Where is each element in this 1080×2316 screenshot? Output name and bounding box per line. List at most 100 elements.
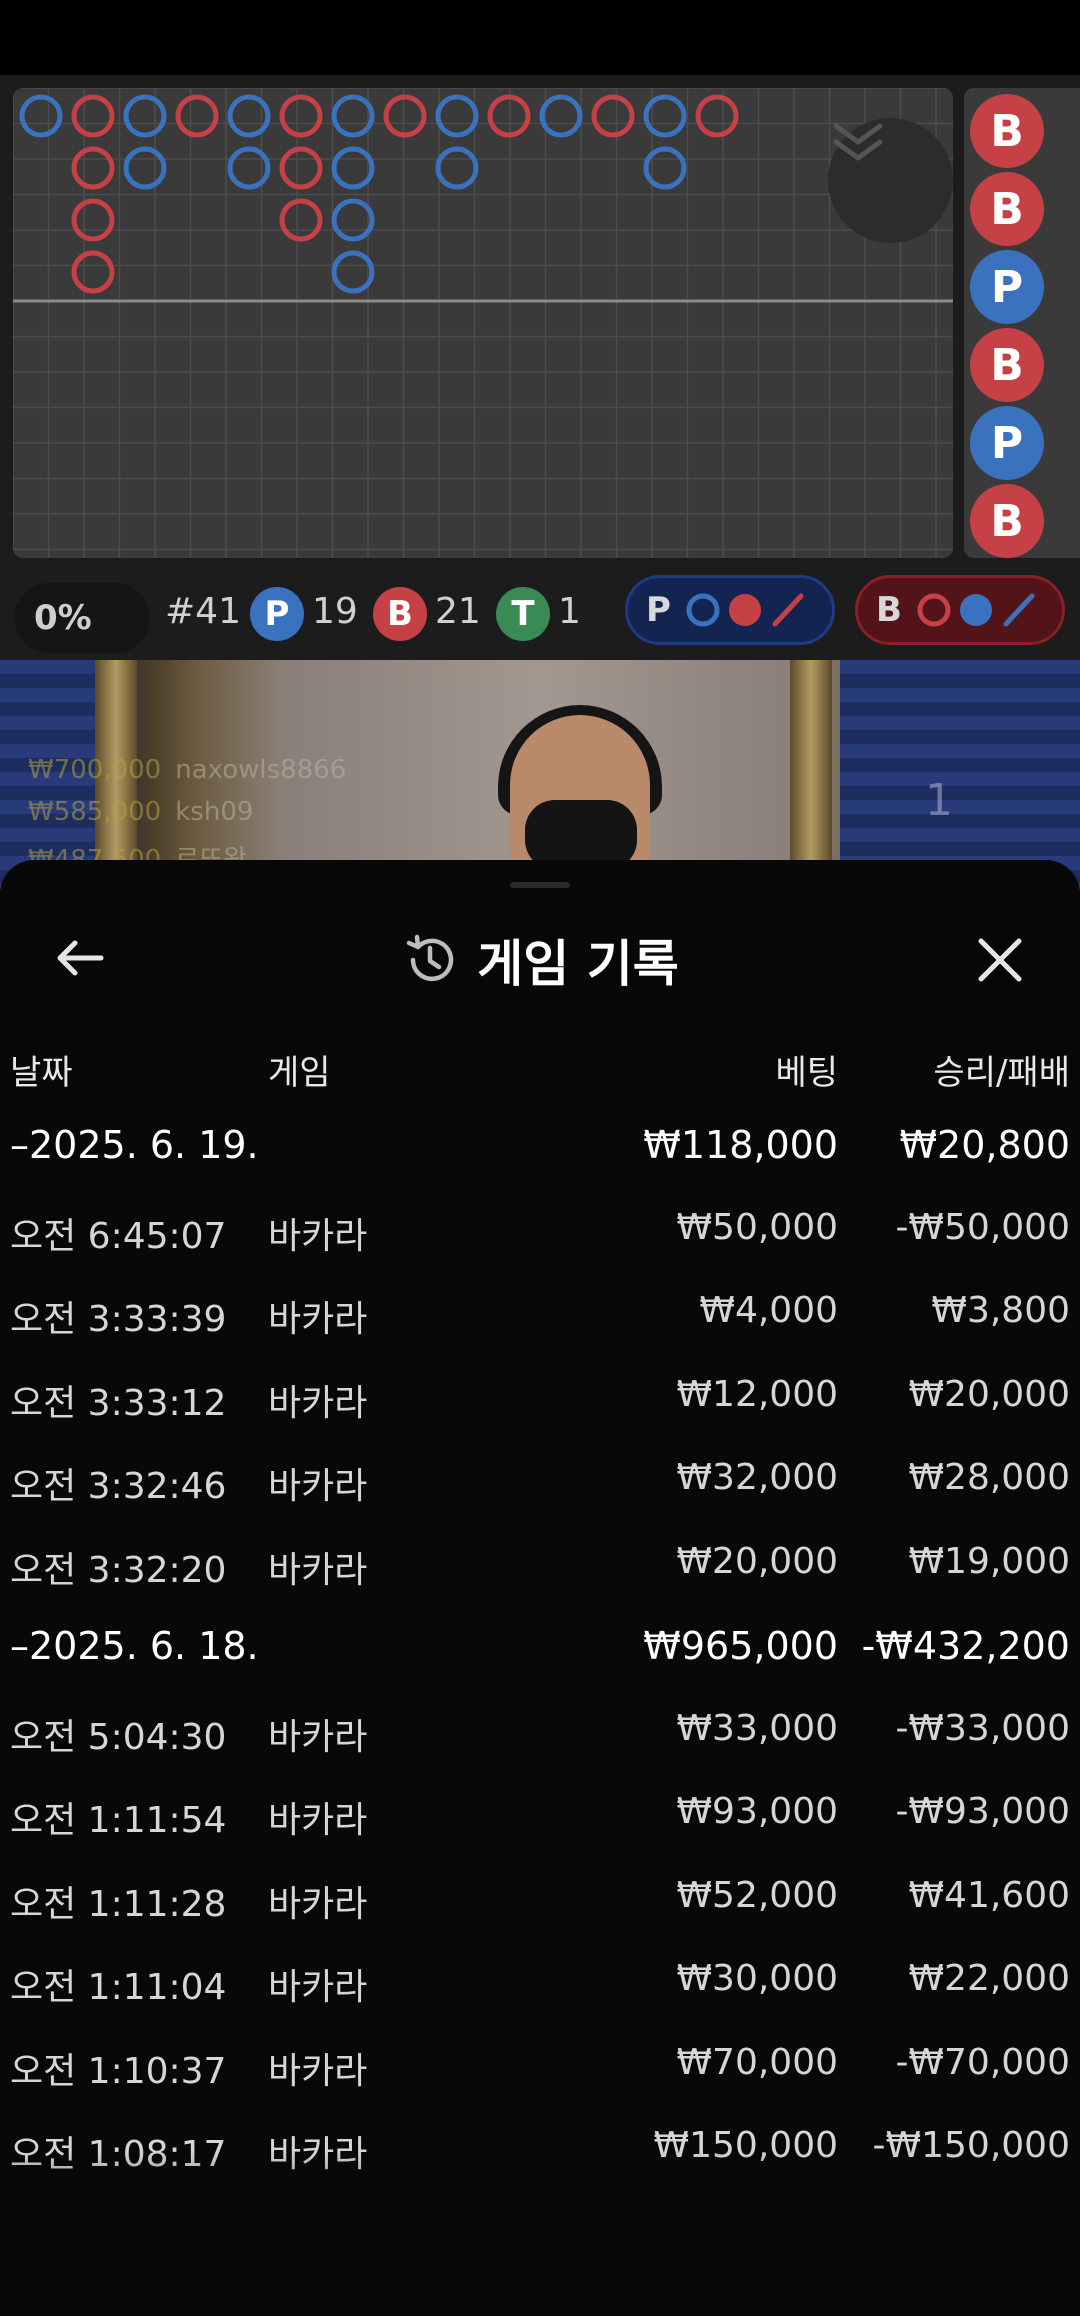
chevron-double-down-icon [833,123,883,161]
history-row[interactable]: 오전 1:11:04 바카라 ₩30,000 ₩22,000 [0,1950,1080,2010]
bead-road: BBPBPB [964,88,1080,558]
history-row[interactable]: 오전 3:33:39 바카라 ₩4,000 ₩3,800 [0,1282,1080,1342]
bead-player: P [970,250,1044,324]
sheet-title: 게임 기록 [477,935,679,993]
row-bet: ₩32,000 [676,1457,838,1498]
history-row[interactable]: 오전 1:11:54 바카라 ₩93,000 -₩93,000 [0,1783,1080,1843]
collapse-roadmap-button[interactable] [828,118,953,243]
row-result: ₩3,800 [931,1290,1070,1331]
row-time: 오전 3:33:39 [10,1299,227,1340]
banker-mark [487,94,531,138]
row-date: –2025. 6. 18. [10,1624,259,1668]
player-predict-button[interactable]: P [625,575,835,645]
date-group-row[interactable]: –2025. 6. 18. ₩965,000 -₩432,200 [0,1616,1080,1676]
row-bet: ₩93,000 [676,1791,838,1832]
player-mark [123,146,167,190]
winner-entry: ₩585,000 ksh09 [28,797,253,827]
banker-mark [279,94,323,138]
row-bet: ₩118,000 [643,1123,838,1167]
banker-mark [71,250,115,294]
predict-player-icons [686,593,804,627]
close-button[interactable] [968,928,1032,992]
banker-badge: B [373,587,427,641]
row-game: 바카라 [268,1967,368,2008]
player-mark [331,146,375,190]
row-bet: ₩52,000 [676,1875,838,1916]
banker-mark [71,94,115,138]
round-indicator: 1 [925,775,953,826]
winner-entry: ₩700,000 naxowls8866 [28,755,346,785]
live-video: 1 ₩700,000naxowls8866 ₩585,000ksh09 ₩487… [0,660,1080,890]
player-mark [331,94,375,138]
row-bet: ₩33,000 [676,1708,838,1749]
predict-banker-icons [917,593,1035,627]
tie-badge: T [496,587,550,641]
player-mark [227,94,271,138]
winner-amount: ₩585,000 [28,797,162,827]
banker-mark [591,94,635,138]
row-result: ₩19,000 [908,1541,1070,1582]
row-bet: ₩12,000 [676,1374,838,1415]
row-result: -₩432,200 [861,1624,1070,1668]
history-clock-icon [407,934,454,982]
row-game: 바카라 [268,1717,368,1758]
row-bet: ₩20,000 [676,1541,838,1582]
history-row[interactable]: 오전 5:04:30 바카라 ₩33,000 -₩33,000 [0,1700,1080,1760]
bead-player: P [970,406,1044,480]
row-result: -₩150,000 [872,2125,1070,2166]
banker-mark [71,198,115,242]
row-time: 오전 1:10:37 [10,2051,227,2092]
arrow-left-icon [57,940,104,976]
sheet-drag-handle[interactable] [510,882,570,888]
row-date: –2025. 6. 19. [10,1123,259,1167]
row-game: 바카라 [268,1466,368,1507]
row-game: 바카라 [268,1299,368,1340]
row-result: ₩22,000 [908,1958,1070,1999]
row-time: 오전 3:32:20 [10,1550,227,1591]
history-row[interactable]: 오전 1:08:17 바카라 ₩150,000 -₩150,000 [0,2117,1080,2177]
sheet-header: 게임 기록 [0,920,1080,1000]
banker-predict-button[interactable]: B [855,575,1065,645]
column-bet: 베팅 [775,1053,838,1093]
row-bet: ₩30,000 [676,1958,838,1999]
bead-banker: B [970,172,1044,246]
row-time: 오전 1:11:04 [10,1967,227,2008]
history-row[interactable]: 오전 1:10:37 바카라 ₩70,000 -₩70,000 [0,2034,1080,2094]
pillar-right [790,660,832,890]
game-history-sheet: 게임 기록 날짜 게임 베팅 승리/패배 –2025. 6. 19. ₩118,0… [0,860,1080,2316]
row-game: 바카라 [268,2051,368,2092]
date-group-row[interactable]: –2025. 6. 19. ₩118,000 ₩20,800 [0,1115,1080,1175]
bead-banker: B [970,94,1044,168]
row-time: 오전 5:04:30 [10,1717,227,1758]
row-result: -₩93,000 [895,1791,1070,1832]
column-date: 날짜 [10,1053,73,1093]
row-game: 바카라 [268,1383,368,1424]
history-row[interactable]: 오전 1:11:28 바카라 ₩52,000 ₩41,600 [0,1867,1080,1927]
row-result: -₩70,000 [895,2042,1070,2083]
banker-mark [71,146,115,190]
curtain-right [840,660,1080,890]
row-time: 오전 1:08:17 [10,2134,227,2175]
player-mark [123,94,167,138]
bead-banker: B [970,484,1044,558]
winner-name: naxowls8866 [175,755,347,785]
history-row[interactable]: 오전 6:45:07 바카라 ₩50,000 -₩50,000 [0,1199,1080,1259]
banker-count: 21 [435,591,481,632]
back-button[interactable] [50,928,110,988]
history-table-header: 날짜 게임 베팅 승리/패배 [0,1045,1080,1095]
history-row[interactable]: 오전 3:33:12 바카라 ₩12,000 ₩20,000 [0,1366,1080,1426]
winner-name: ksh09 [175,797,254,827]
row-time: 오전 3:33:12 [10,1383,227,1424]
row-bet: ₩965,000 [643,1624,838,1668]
player-mark [435,94,479,138]
row-time: 오전 6:45:07 [10,1216,227,1257]
row-result: ₩41,600 [908,1875,1070,1916]
column-result: 승리/패배 [933,1053,1070,1093]
player-mark [331,198,375,242]
row-bet: ₩4,000 [699,1290,838,1331]
percent-pill: 0% [14,583,150,653]
history-row[interactable]: 오전 3:32:20 바카라 ₩20,000 ₩19,000 [0,1533,1080,1593]
player-badge: P [250,587,304,641]
history-row[interactable]: 오전 3:32:46 바카라 ₩32,000 ₩28,000 [0,1449,1080,1509]
row-time: 오전 1:11:28 [10,1884,227,1925]
